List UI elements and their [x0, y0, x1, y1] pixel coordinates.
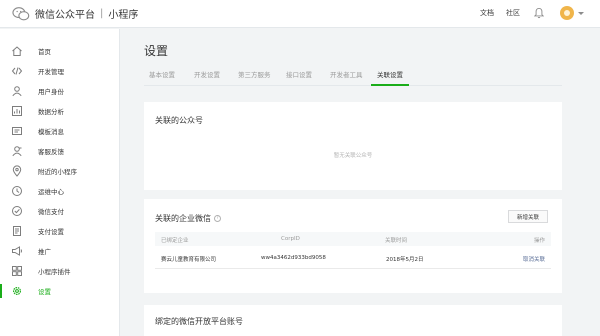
tab-basic-settings[interactable]: 基本设置 [149, 69, 175, 86]
title-separator: | [100, 8, 104, 19]
sidebar-item-template-message[interactable]: 模板消息 [0, 121, 120, 141]
payment-icon [12, 206, 22, 216]
oa-section: 关联的公众号 暂无关联公众号 [144, 102, 562, 190]
page-title: 设置 [144, 44, 169, 58]
column-header-company: 已绑定企业 [161, 238, 189, 244]
settings-tabs: 基本设置 开发设置 第三方服务 接口设置 开发者工具 关联设置 [144, 66, 562, 86]
add-association-button[interactable]: 新增关联 [508, 210, 548, 223]
chevron-down-icon[interactable] [578, 11, 584, 15]
avatar[interactable] [560, 6, 574, 20]
association-time: 2018年5月2日 [386, 257, 424, 263]
sidebar-item-label: 运维中心 [38, 188, 64, 196]
customer-icon [12, 146, 22, 157]
message-icon [12, 127, 22, 135]
chart-icon [12, 106, 22, 116]
sidebar-item-payment-settings[interactable]: 支付设置 [0, 221, 120, 241]
platform-subtitle: 小程序 [108, 10, 139, 21]
sidebar-item-label: 客服反馈 [38, 148, 64, 156]
sidebar-item-label: 附近的小程序 [38, 168, 77, 176]
cancel-association-link[interactable]: 取消关联 [523, 255, 545, 263]
sidebar-item-label: 首页 [38, 48, 51, 56]
sidebar-item-label: 模板消息 [38, 128, 64, 136]
sidebar-item-label: 设置 [38, 288, 51, 296]
location-icon [12, 165, 22, 177]
home-icon [12, 46, 22, 56]
promote-icon [12, 246, 22, 256]
tab-dev-settings[interactable]: 开发设置 [194, 69, 220, 86]
wework-section: 关联的企业微信? 新增关联 已绑定企业 CorpID 关联时间 操作 赛云儿童教… [144, 199, 562, 293]
sidebar-item-label: 数据分析 [38, 108, 64, 116]
code-icon [11, 67, 23, 75]
section-title: 绑定的微信开放平台账号 [155, 317, 243, 326]
company-name: 赛云儿童教育有限公司 [161, 257, 217, 263]
sidebar-item-settings[interactable]: 设置 [0, 281, 120, 301]
sidebar-item-operations[interactable]: 运维中心 [0, 181, 120, 201]
tab-third-party[interactable]: 第三方服务 [238, 69, 271, 86]
platform-title: 微信公众平台 [35, 10, 95, 21]
payment-settings-icon [13, 226, 21, 236]
column-header-time: 关联时间 [385, 238, 408, 244]
top-bar: 微信公众平台 | 小程序 文档 社区 [0, 0, 600, 28]
table-row: 赛云儿童教育有限公司 ww4a3462d933bd9058 2018年5月2日 … [155, 249, 551, 269]
sidebar-item-wechat-pay[interactable]: 微信支付 [0, 201, 120, 221]
sidebar-item-label: 小程序插件 [38, 268, 71, 276]
sidebar-item-promotion[interactable]: 推广 [0, 241, 120, 261]
sidebar: 首页 开发管理 用户身份 数据分析 模板消息 客服反馈 附近的小程序 运维中心 … [0, 29, 120, 336]
sidebar-item-dev-management[interactable]: 开发管理 [0, 61, 120, 81]
bell-icon[interactable] [534, 7, 544, 19]
docs-link[interactable]: 文档 [480, 8, 494, 18]
gear-icon [12, 286, 22, 296]
info-icon[interactable]: ? [214, 215, 221, 222]
table-header: 已绑定企业 CorpID 关联时间 操作 [155, 232, 551, 246]
sidebar-item-label: 开发管理 [38, 68, 64, 76]
sidebar-item-customer-feedback[interactable]: 客服反馈 [0, 141, 120, 161]
sidebar-item-plugins[interactable]: 小程序插件 [0, 261, 120, 281]
community-link[interactable]: 社区 [506, 8, 520, 18]
column-header-corpid: CorpID [281, 236, 300, 242]
sidebar-item-data-analysis[interactable]: 数据分析 [0, 101, 120, 121]
sidebar-item-home[interactable]: 首页 [0, 41, 120, 61]
corpid-value: ww4a3462d933bd9058 [261, 255, 326, 261]
plugin-icon [12, 266, 22, 276]
tab-association-settings[interactable]: 关联设置 [371, 69, 409, 86]
section-title-text: 关联的企业微信 [155, 214, 211, 223]
tab-dev-tools[interactable]: 开发者工具 [330, 69, 363, 86]
top-right-actions: 文档 社区 [468, 6, 584, 20]
operations-icon [12, 186, 22, 196]
sidebar-item-label: 用户身份 [38, 88, 64, 96]
open-platform-section: 绑定的微信开放平台账号 [144, 305, 562, 336]
column-header-action: 操作 [533, 238, 545, 244]
sidebar-item-user-identity[interactable]: 用户身份 [0, 81, 120, 101]
empty-state-text: 暂无关联公众号 [333, 153, 373, 159]
tab-api-settings[interactable]: 接口设置 [286, 69, 312, 86]
brand[interactable]: 微信公众平台 | 小程序 [12, 6, 138, 21]
user-icon [12, 86, 22, 97]
sidebar-item-label: 推广 [38, 248, 51, 256]
sidebar-item-label: 支付设置 [38, 228, 64, 236]
section-title: 关联的公众号 [155, 116, 203, 125]
sidebar-item-nearby-miniprogram[interactable]: 附近的小程序 [0, 161, 120, 181]
sidebar-item-label: 微信支付 [38, 208, 64, 216]
section-title: 关联的企业微信? [155, 213, 221, 224]
wechat-logo-icon [12, 6, 30, 20]
